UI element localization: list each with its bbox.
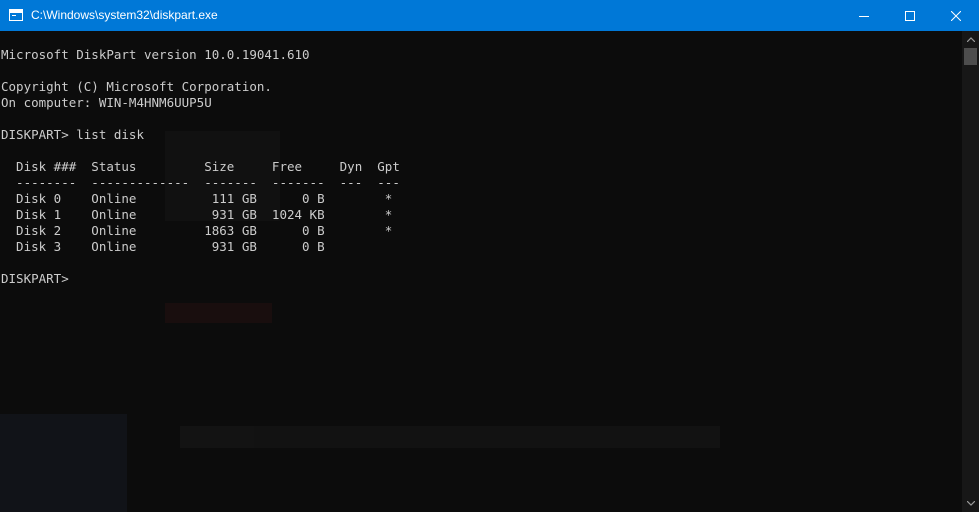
ghost-thumbnail [0,414,127,512]
chevron-down-icon [966,501,975,506]
console-line: Copyright (C) Microsoft Corporation. [1,79,272,94]
console-line: DISKPART> list disk [1,127,144,142]
disk-table-row: Disk 2 Online 1863 GB 0 B * [1,223,393,238]
scroll-up-button[interactable] [962,31,979,48]
disk-table-row: Disk 0 Online 111 GB 0 B * [1,191,393,206]
disk-table-separator: -------- ------------- ------- ------- -… [1,175,400,190]
close-icon [951,10,961,21]
disk-table-row: Disk 3 Online 931 GB 0 B [1,239,325,254]
console-text: Microsoft DiskPart version 10.0.19041.61… [1,47,400,287]
console-line: On computer: WIN-M4HNM6UUP5U [1,95,212,110]
command-prompt[interactable]: DISKPART> [1,271,76,286]
window-title: C:\Windows\system32\diskpart.exe [31,8,218,22]
ghost-toolbar [180,426,720,448]
minimize-button[interactable] [841,0,887,31]
maximize-icon [905,10,915,21]
console-output-area[interactable]: Microsoft DiskPart version 10.0.19041.61… [0,31,962,512]
scroll-thumb[interactable] [964,48,977,65]
console-line: Microsoft DiskPart version 10.0.19041.61… [1,47,310,62]
scroll-down-button[interactable] [962,495,979,512]
maximize-button[interactable] [887,0,933,31]
ghost-button [165,303,272,323]
console-app-icon [9,9,23,21]
close-button[interactable] [933,0,979,31]
vertical-scrollbar[interactable] [962,31,979,512]
minimize-icon [859,15,869,17]
disk-table-header: Disk ### Status Size Free Dyn Gpt [1,159,400,174]
chevron-up-icon [966,37,975,42]
disk-table-row: Disk 1 Online 931 GB 1024 KB * [1,207,393,222]
title-bar[interactable]: C:\Windows\system32\diskpart.exe [0,0,979,31]
